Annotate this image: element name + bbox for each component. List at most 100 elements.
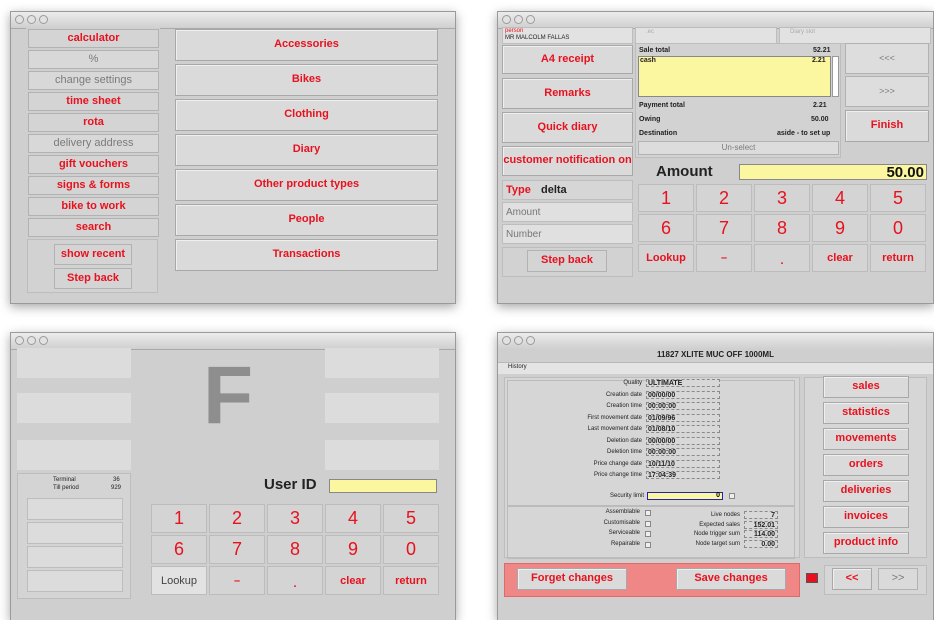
slot-left-3[interactable] [17,440,131,470]
close-window-button[interactable] [502,15,511,24]
key-minus[interactable]: – [209,566,265,595]
button-product-info[interactable]: product info [823,532,909,554]
slot-left-1[interactable] [17,348,131,378]
previous-record-button[interactable]: << [832,568,872,590]
unselect-button[interactable]: Un-select [638,141,839,155]
field-value-price-change-date[interactable]: 10/11/10 [646,459,720,468]
slot-right-2[interactable] [325,393,439,423]
terminal-slot-2[interactable] [27,522,123,544]
flag-checkbox-assemblable[interactable] [645,510,651,516]
menu-button-change-settings[interactable]: change settings [28,71,159,90]
terminal-slot-1[interactable] [27,498,123,520]
key-decimal-point[interactable]: . [267,566,323,595]
button-movements[interactable]: movements [823,428,909,450]
field-value-creation-time[interactable]: 00:00:00 [646,402,720,410]
button-invoices[interactable]: invoices [823,506,909,528]
menu-button-rota[interactable]: rota [28,113,159,132]
category-diary[interactable]: Diary [175,134,438,166]
forget-changes-button[interactable]: Forget changes [517,568,627,590]
menu-button-gift-vouchers[interactable]: gift vouchers [28,155,159,174]
button-orders[interactable]: orders [823,454,909,476]
minimize-window-button[interactable] [27,15,36,24]
close-window-button[interactable] [15,15,24,24]
menu-button-signs-forms[interactable]: signs & forms [28,176,159,195]
step-back-button[interactable]: Step back [527,250,607,272]
key-2[interactable]: 2 [209,504,265,533]
slot-right-1[interactable] [325,348,439,378]
zoom-window-button[interactable] [526,15,535,24]
diary-slot-box[interactable]: Diary slot [779,27,931,44]
field-value-deletion-date[interactable]: 00/00/00 [646,436,720,445]
key-1[interactable]: 1 [151,504,207,533]
category-bikes[interactable]: Bikes [175,64,438,96]
key-4[interactable]: 4 [812,184,868,212]
payment-list[interactable] [638,56,831,97]
key-7[interactable]: 7 [209,535,265,564]
flag-checkbox-repairable[interactable] [645,541,651,548]
key-7[interactable]: 7 [696,214,752,242]
security-limit-input[interactable]: 0 [647,492,723,500]
field-value-price-change-time[interactable]: 17:04:39 [646,471,720,479]
button-deliveries[interactable]: deliveries [823,480,909,502]
menu-button-bike-to-work[interactable]: bike to work [28,197,159,216]
key-clear[interactable]: clear [812,244,868,272]
key-6[interactable]: 6 [638,214,694,242]
terminal-slot-3[interactable] [27,546,123,568]
key-0[interactable]: 0 [383,535,439,564]
field-value-first-movement-date[interactable]: 01/09/96 [646,413,720,422]
history-menu[interactable]: History [508,364,527,370]
category-accessories[interactable]: Accessories [175,29,438,61]
category-clothing[interactable]: Clothing [175,99,438,131]
key-decimal-point[interactable]: . [754,244,810,272]
key-2[interactable]: 2 [696,184,752,212]
payment-list-scrollbar[interactable] [832,56,839,97]
slot-right-3[interactable] [325,440,439,470]
user-id-input[interactable] [329,479,437,493]
key-lookup[interactable]: Lookup [151,566,207,595]
menu-button-key[interactable]: % [28,50,159,69]
amount-field[interactable]: Amount [502,202,633,222]
key-minus[interactable]: – [696,244,752,272]
field-value-deletion-time[interactable]: 00:00:00 [646,448,720,456]
zoom-window-button[interactable] [39,15,48,24]
next-button[interactable]: >>> [845,76,929,107]
a4-receipt-button[interactable]: A4 receipt [502,45,633,74]
step-back-button[interactable]: Step back [54,268,132,289]
show-recent-button[interactable]: show recent [54,244,132,265]
zoom-window-button[interactable] [526,336,535,345]
key-9[interactable]: 9 [325,535,381,564]
type-row[interactable]: Type delta [502,180,633,200]
key-clear[interactable]: clear [325,566,381,595]
customer-notification-button[interactable]: customer notification on [502,146,633,176]
key-5[interactable]: 5 [383,504,439,533]
close-window-button[interactable] [15,336,24,345]
menu-button-search[interactable]: search [28,218,159,237]
key-1[interactable]: 1 [638,184,694,212]
key-4[interactable]: 4 [325,504,381,533]
key-3[interactable]: 3 [754,184,810,212]
person-box[interactable]: person MR MALCOLM FALLAS [502,27,633,44]
remarks-button[interactable]: Remarks [502,78,633,109]
field-value-creation-date[interactable]: 00/00/00 [646,390,720,399]
category-transactions[interactable]: Transactions [175,239,438,271]
button-statistics[interactable]: statistics [823,402,909,424]
amount-entry[interactable]: 50.00 [739,164,927,181]
slot-left-2[interactable] [17,393,131,423]
number-field[interactable]: Number [502,224,633,244]
security-limit-checkbox[interactable] [729,493,735,499]
category-other-product-types[interactable]: Other product types [175,169,438,201]
save-changes-button[interactable]: Save changes [676,568,786,590]
key-9[interactable]: 9 [812,214,868,242]
finish-button[interactable]: Finish [845,110,929,142]
key-8[interactable]: 8 [267,535,323,564]
minimize-window-button[interactable] [27,336,36,345]
zoom-window-button[interactable] [39,336,48,345]
next-record-button[interactable]: >> [878,568,918,590]
key-0[interactable]: 0 [870,214,926,242]
terminal-slot-4[interactable] [27,570,123,592]
flag-checkbox-customisable[interactable] [645,520,651,527]
field-value-quality[interactable]: ULTIMATE [646,379,720,387]
minimize-window-button[interactable] [514,336,523,345]
flag-checkbox-serviceable[interactable] [645,531,651,537]
key-6[interactable]: 6 [151,535,207,564]
